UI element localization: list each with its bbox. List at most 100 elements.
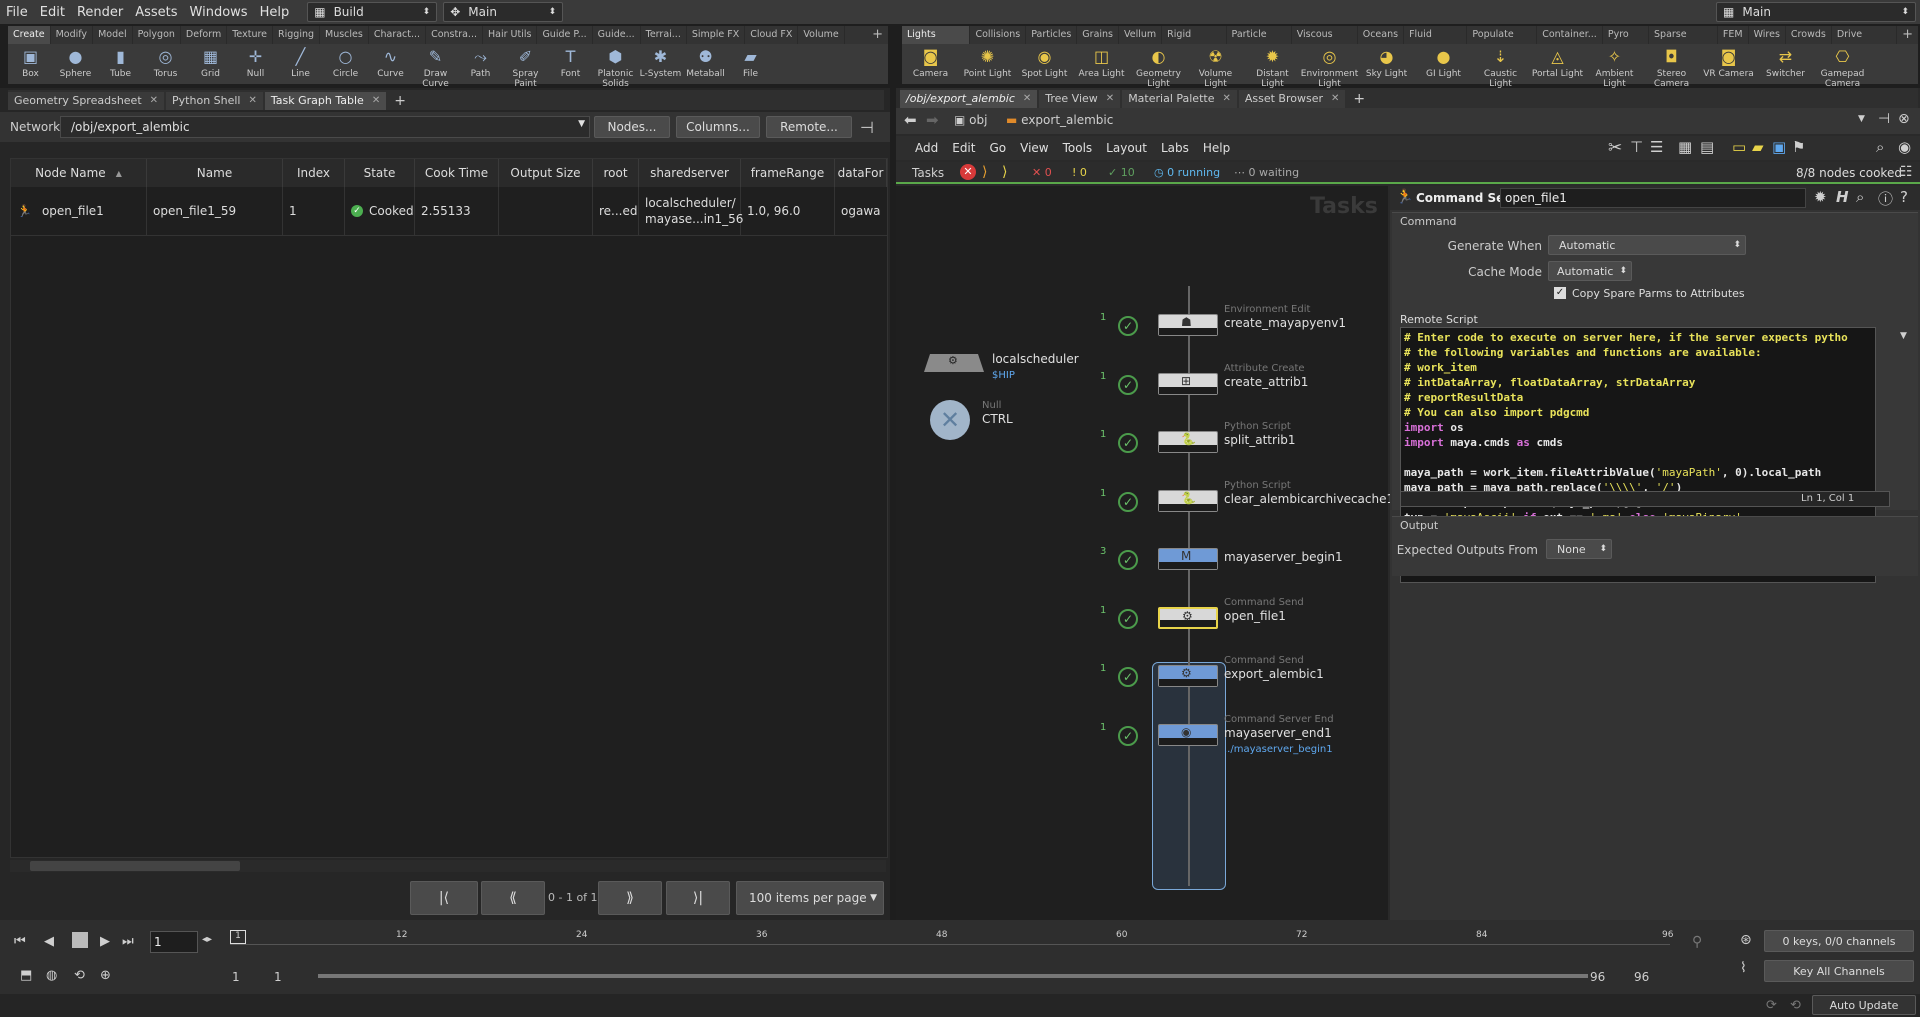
shelf-tab-rigid-bod[interactable]: Rigid Bod... [1162, 26, 1227, 58]
column-framerange[interactable]: frameRange [741, 159, 835, 187]
tool-gi-light[interactable]: ● GI Light [1415, 44, 1472, 80]
current-frame-field[interactable]: 1 [150, 931, 198, 953]
menu-edit[interactable]: Edit [34, 5, 71, 20]
right-context-dropdown[interactable]: ▦ Main ⬍ [1716, 2, 1916, 22]
shelf-tab-polygon[interactable]: Polygon [133, 26, 181, 44]
shelf-tab-hair-utils[interactable]: Hair Utils [483, 26, 538, 44]
network-menu-tools[interactable]: Tools [1056, 141, 1100, 155]
column-cook-time[interactable]: Cook Time [415, 159, 499, 187]
tool-stereo-camera[interactable]: ◘ Stereo Camera [1643, 44, 1700, 90]
close-icon[interactable]: ✕ [150, 92, 158, 110]
node-body[interactable]: ⊞ [1158, 372, 1218, 395]
table-row[interactable]: 🏃 open_file1 open_file1_59 1 ✓ Cooked 2.55… [11, 187, 887, 236]
first-frame-icon[interactable]: ⏮ [14, 934, 26, 949]
graph-icon[interactable]: ⌇ [1740, 960, 1747, 976]
dropdown-icon[interactable]: ▼ [578, 119, 585, 129]
context-dropdown[interactable]: ✥ Main ⬍ [443, 2, 564, 22]
network-menu-view[interactable]: View [1013, 141, 1055, 155]
refresh-icon[interactable]: ⟳ [1766, 998, 1777, 1013]
shelf-tab-drive-sim[interactable]: Drive Sim... [1832, 26, 1898, 58]
tool-volume-light[interactable]: ☢ Volume Light [1187, 44, 1244, 90]
info-icon[interactable]: ⓘ [1878, 188, 1893, 209]
key-icon[interactable]: ⚲ [1692, 934, 1702, 950]
shelf-tab-create[interactable]: Create [8, 26, 51, 44]
close-icon[interactable]: ✕ [1331, 90, 1339, 108]
tool-environment-light[interactable]: ◎ Environment Light [1301, 44, 1358, 90]
forward-arrow-icon[interactable]: ➡ [926, 111, 939, 129]
eye-icon[interactable]: ◉ [1898, 138, 1911, 156]
tab-task-graph-table[interactable]: Task Graph Table ✕ [264, 92, 387, 110]
cook-selected-icon[interactable]: ⟩ [1002, 164, 1007, 180]
generate-when-select[interactable]: Automatic ⬍ [1548, 235, 1746, 255]
back-arrow-icon[interactable]: ⬅ [904, 111, 917, 129]
play-icon[interactable]: ▶ [100, 934, 110, 949]
tab-network[interactable]: /obj/export_alembic ✕ [900, 90, 1038, 108]
horizontal-scrollbar[interactable] [10, 860, 886, 872]
frame-marker[interactable]: 1 [230, 930, 246, 944]
tool-box[interactable]: ▣ Box [8, 44, 53, 80]
shelf-tab-simple-fx[interactable]: Simple FX [687, 26, 746, 44]
auto-update-button[interactable]: Auto Update [1812, 995, 1916, 1015]
network-menu-layout[interactable]: Layout [1099, 141, 1154, 155]
tool-spot-light[interactable]: ◉ Spot Light [1016, 44, 1073, 80]
gear-icon[interactable]: ✹ [1814, 188, 1827, 206]
image-icon[interactable]: ▣ [1772, 138, 1786, 156]
network-menu-go[interactable]: Go [982, 141, 1013, 155]
tool-l-system[interactable]: ✱ L-System [638, 44, 683, 80]
search-icon[interactable]: ⌕ [1856, 188, 1864, 206]
menu-help[interactable]: Help [254, 5, 296, 20]
close-icon[interactable]: ✕ [1106, 90, 1114, 108]
shelf-tab-pyro-fx[interactable]: Pyro FX [1603, 26, 1650, 58]
shelf-tab-rigging[interactable]: Rigging [273, 26, 321, 44]
add-shelf-icon[interactable]: + [867, 26, 888, 44]
menu-windows[interactable]: Windows [184, 5, 254, 20]
shelf-tab-collisions[interactable]: Collisions [970, 26, 1027, 44]
tab-python-shell[interactable]: Python Shell ✕ [166, 92, 263, 110]
tool-gamepad-camera[interactable]: ⎔ Gamepad Camera [1814, 44, 1871, 90]
tool-curve[interactable]: ∿ Curve [368, 44, 413, 80]
list-icon[interactable]: ☰ [1650, 138, 1663, 156]
expected-outputs-select[interactable]: None ⬍ [1546, 539, 1612, 559]
shelf-tab-texture[interactable]: Texture [227, 26, 274, 44]
stop-icon[interactable] [72, 932, 88, 948]
shelf-tab-fem[interactable]: FEM [1718, 26, 1749, 44]
network-editor[interactable]: Tasks ⚙ localscheduler $HIP ✕ Null CTRL … [896, 186, 1394, 920]
first-page-button[interactable]: |⟨ [410, 881, 478, 915]
close-icon[interactable]: ✕ [1222, 90, 1230, 108]
shelf-tab-particles[interactable]: Particles [1026, 26, 1078, 44]
network-path-field[interactable]: /obj/export_alembic ▼ [60, 116, 590, 138]
last-page-button[interactable]: ⟩| [666, 881, 730, 915]
network-menu-add[interactable]: Add [908, 141, 945, 155]
tool-spray-paint[interactable]: ✐ Spray Paint [503, 44, 548, 90]
desktop-dropdown[interactable]: ▦ Build ⬍ [307, 2, 438, 22]
tool-torus[interactable]: ◎ Torus [143, 44, 188, 80]
menu-assets[interactable]: Assets [129, 5, 183, 20]
tool-line[interactable]: ╱ Line [278, 44, 323, 80]
shelf-tab-viscous-fl[interactable]: Viscous Fl... [1292, 26, 1358, 58]
network-menu-edit[interactable]: Edit [945, 141, 982, 155]
shelf-tab-model[interactable]: Model [93, 26, 133, 44]
sticky-icon[interactable]: ▰ [1752, 138, 1764, 156]
pin-icon[interactable]: ⊣ [860, 118, 874, 137]
node-body[interactable]: ⚙ [1158, 665, 1218, 687]
cooked-check-icon[interactable]: ✓ [1118, 608, 1138, 629]
realtime-icon[interactable]: ⬒ [20, 968, 32, 983]
copy-spare-checkbox[interactable]: ✓ [1554, 287, 1566, 299]
frame-ruler[interactable]: 1 12 24 36 48 60 72 84 96 [230, 928, 1673, 954]
node-body[interactable]: 🐍 [1158, 489, 1218, 512]
shelf-tab-grains[interactable]: Grains [1077, 26, 1119, 44]
node-body[interactable]: ◉ [1158, 723, 1218, 746]
network-menu-labs[interactable]: Labs [1154, 141, 1196, 155]
end-frame-2[interactable]: 96 [1634, 970, 1649, 984]
key-all-channels-button[interactable]: Key All Channels [1764, 960, 1914, 982]
add-tab-button[interactable]: + [1347, 90, 1371, 108]
cooked-check-icon[interactable]: ✓ [1118, 433, 1138, 453]
node-body[interactable]: 🐍 [1158, 431, 1218, 453]
shelf-tab-charact[interactable]: Charact... [369, 26, 427, 44]
remote-button[interactable]: Remote... [766, 116, 852, 138]
step-icon[interactable]: ◂▸ [202, 934, 212, 945]
search-icon[interactable]: ⌕ [1876, 138, 1884, 156]
column-state[interactable]: State [345, 159, 415, 187]
tool-vr-camera[interactable]: ◙ VR Camera [1700, 44, 1757, 80]
cook-output-icon[interactable]: ⟩ [982, 164, 987, 180]
